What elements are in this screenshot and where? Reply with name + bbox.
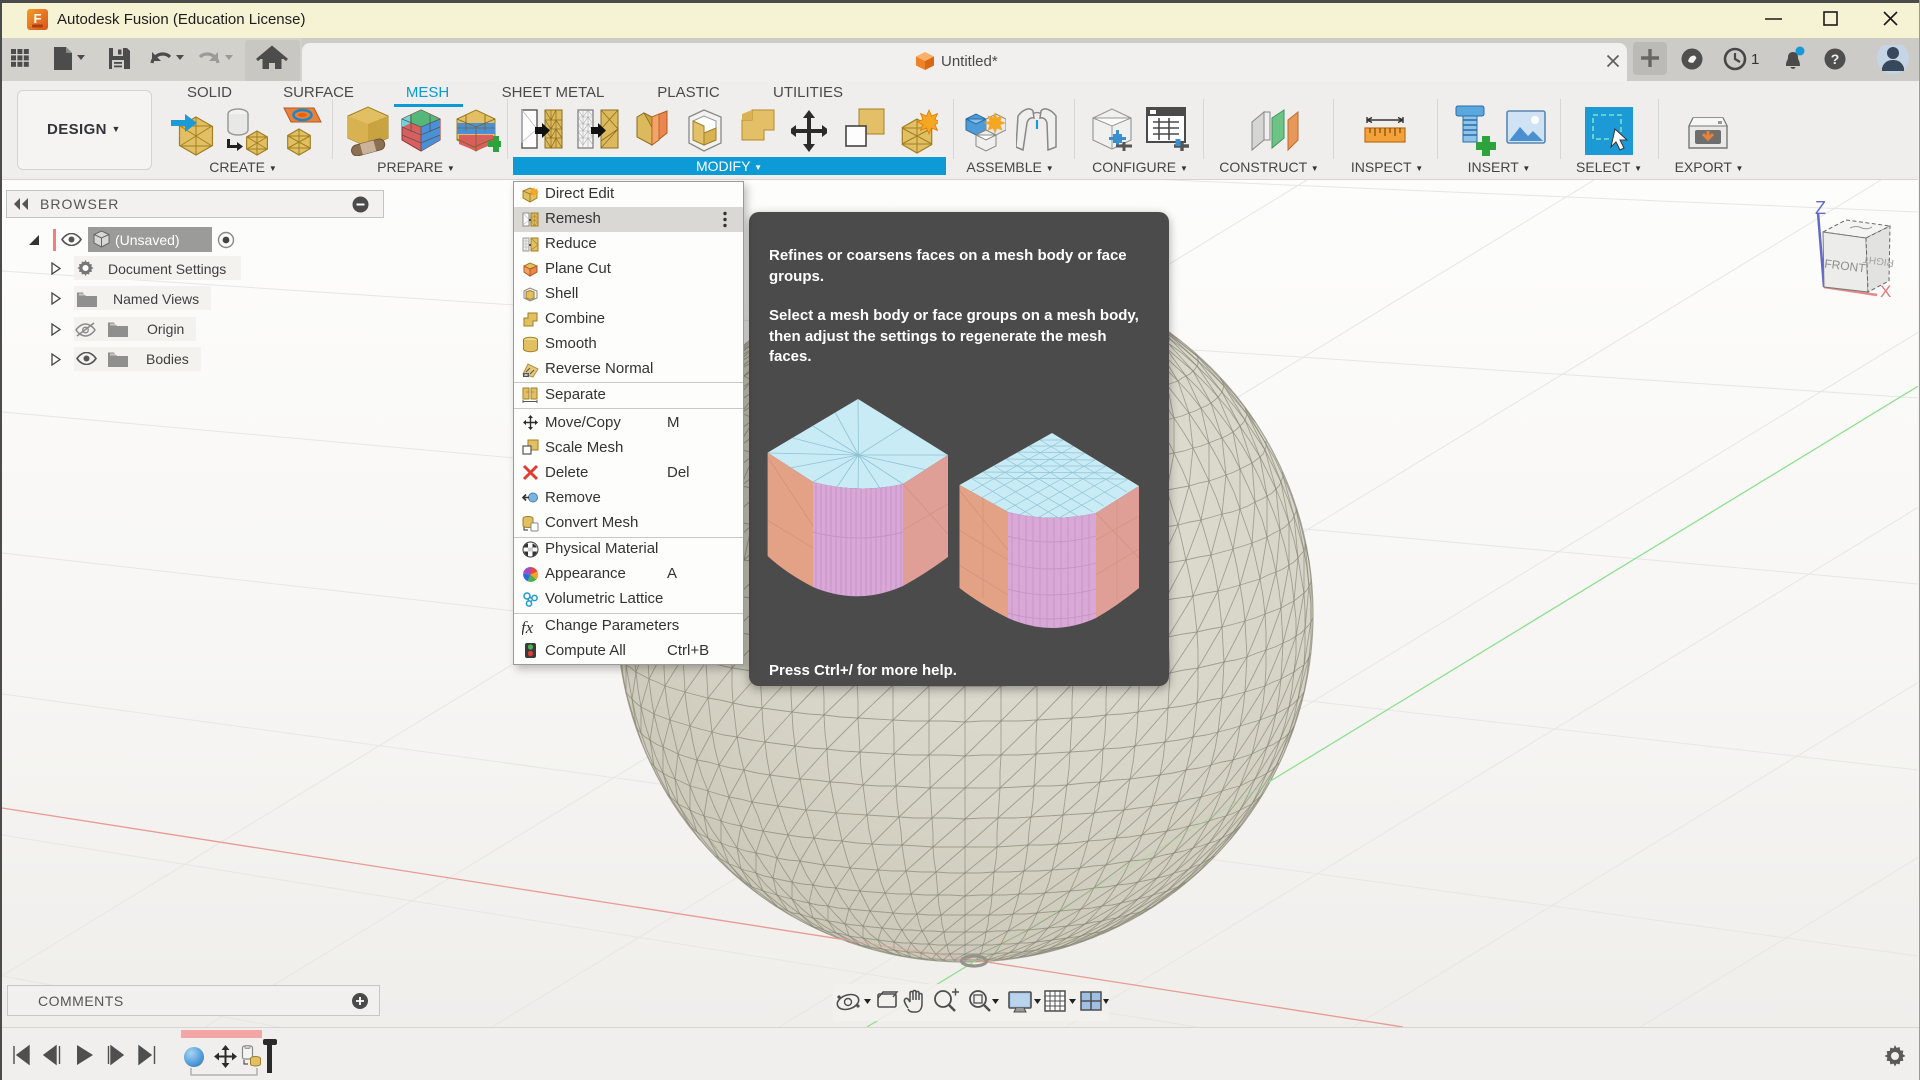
svg-text:F: F xyxy=(34,11,42,26)
svg-text:Z: Z xyxy=(1815,200,1826,218)
svg-text:fx: fx xyxy=(522,618,534,635)
svg-text:?: ? xyxy=(1831,51,1840,67)
svg-text:X: X xyxy=(1880,282,1891,301)
svg-text:1: 1 xyxy=(1751,51,1759,68)
